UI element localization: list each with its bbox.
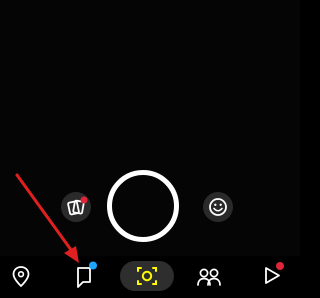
map-pin-icon <box>12 266 30 288</box>
friends-icon <box>197 268 221 286</box>
memories-icon <box>67 196 88 216</box>
nav-spotlight[interactable] <box>253 256 293 298</box>
memories-button[interactable] <box>61 192 91 222</box>
nav-camera[interactable] <box>120 256 174 298</box>
shutter-button[interactable] <box>107 170 179 242</box>
chat-badge <box>89 261 97 270</box>
memories-badge <box>80 196 88 204</box>
spotlight-badge <box>276 262 284 270</box>
nav-stories[interactable] <box>189 256 229 298</box>
chat-icon <box>77 261 97 288</box>
nav-chat[interactable] <box>64 256 104 298</box>
smiley-lens-icon <box>209 198 227 216</box>
lens-button[interactable] <box>203 192 233 222</box>
nav-map[interactable] <box>0 256 40 298</box>
camera-scan-icon <box>137 267 157 285</box>
camera-viewfinder[interactable] <box>0 0 300 298</box>
bottom-navigation-bar <box>0 256 300 298</box>
play-icon <box>265 262 284 284</box>
